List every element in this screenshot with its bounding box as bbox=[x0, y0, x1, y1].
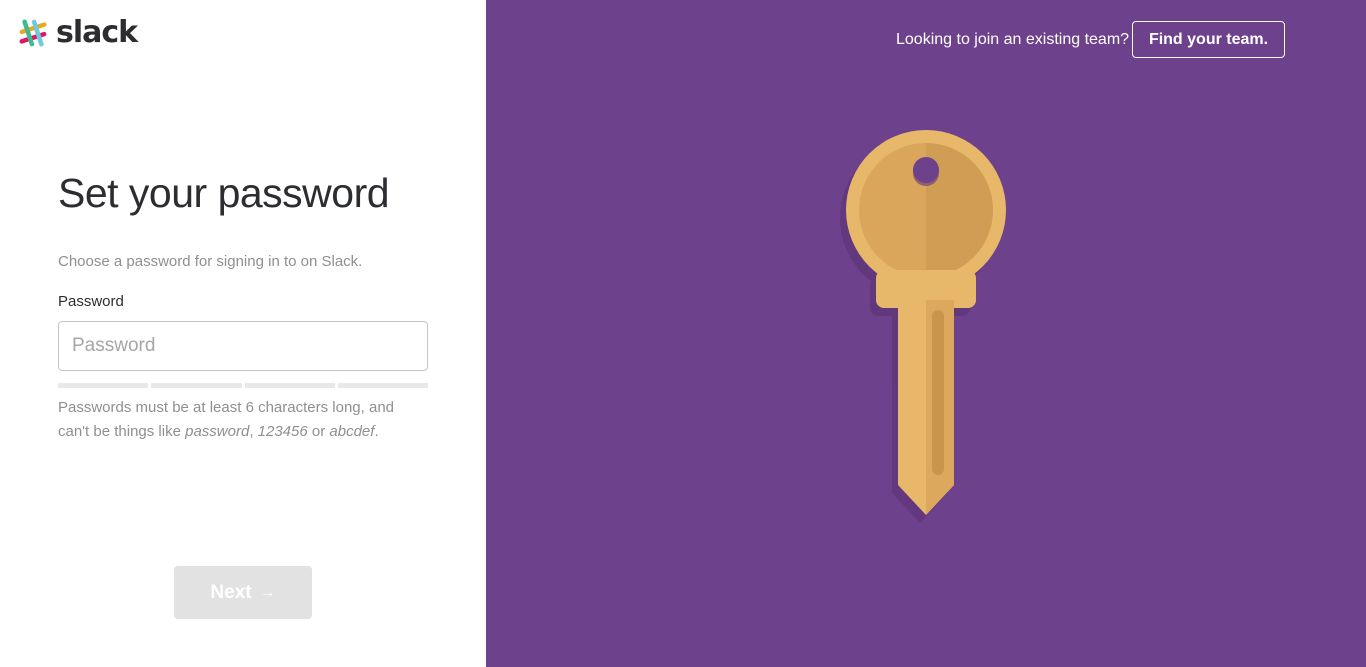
hint-or: or bbox=[311, 423, 326, 440]
key-icon bbox=[840, 130, 1006, 523]
password-strength-meter bbox=[58, 383, 428, 388]
password-input[interactable] bbox=[58, 321, 428, 371]
find-team-button[interactable]: Find your team. bbox=[1132, 21, 1285, 58]
password-label: Password bbox=[58, 293, 124, 310]
hint-example: abcdef bbox=[329, 423, 375, 440]
strength-segment bbox=[244, 383, 335, 388]
slack-logo[interactable]: slack bbox=[16, 15, 138, 50]
hint-end: . bbox=[374, 423, 379, 440]
next-button[interactable]: Next → bbox=[174, 566, 312, 619]
page-title: Set your password bbox=[58, 170, 390, 216]
logo-wordmark: slack bbox=[56, 15, 138, 50]
arrow-right-icon: → bbox=[259, 583, 276, 601]
next-button-label: Next bbox=[210, 581, 252, 603]
strength-segment bbox=[58, 383, 149, 388]
hint-example: 123456 bbox=[257, 423, 308, 440]
strength-segment bbox=[337, 383, 428, 388]
hint-separator: , bbox=[249, 423, 254, 440]
hint-example: password bbox=[185, 423, 250, 440]
form-description: Choose a password for signing in to on S… bbox=[58, 253, 363, 270]
strength-segment bbox=[151, 383, 242, 388]
signup-panel: slack Set your password Choose a passwor… bbox=[0, 0, 486, 667]
join-team-prompt: Looking to join an existing team? bbox=[896, 31, 1130, 48]
slack-hash-icon bbox=[19, 19, 47, 47]
password-requirements-hint: Passwords must be at least 6 characters … bbox=[58, 396, 428, 444]
